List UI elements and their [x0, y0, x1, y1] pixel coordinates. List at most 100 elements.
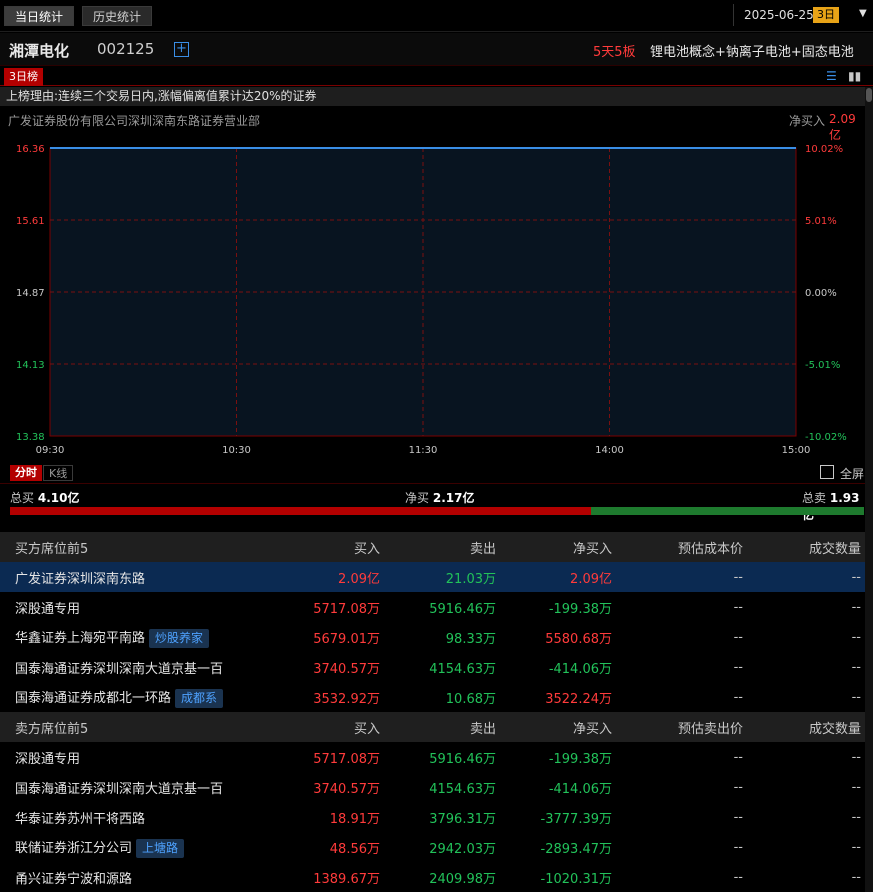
scrollbar-thumb[interactable] — [866, 88, 872, 102]
seat-name-cell[interactable]: 深股通专用 — [0, 742, 260, 772]
estimated-price: -- — [733, 749, 743, 765]
net-amount: -2893.47万 — [540, 841, 612, 857]
table-row[interactable]: 华泰证券苏州干将西路 18.91万 3796.31万 -3777.39万 -- -- — [0, 802, 865, 832]
total-buy-label: 总买 — [10, 491, 35, 505]
trade-volume: -- — [851, 749, 861, 765]
estimated-price: -- — [733, 599, 743, 615]
net-amount: -414.06万 — [548, 781, 612, 797]
buy-header-row: 买方席位前5 买入 卖出 净买入 预估成本价 成交数量 — [0, 532, 865, 562]
list-view-icon[interactable]: ☰ — [826, 69, 842, 83]
y-tick-label: 14.13 — [16, 360, 45, 371]
net-amount: -3777.39万 — [540, 811, 612, 827]
pct-tick-label: 10.02% — [805, 144, 843, 155]
sell-header-row: 卖方席位前5 买入 卖出 净买入 预估卖出价 成交数量 — [0, 712, 865, 742]
seat-name-cell[interactable]: 广发证券深圳深南东路 — [0, 562, 260, 592]
seat-name-cell[interactable]: 深股通专用 — [0, 592, 260, 622]
tab-kline[interactable]: K线 — [43, 465, 74, 481]
totals-bar: 总买 4.10亿 净买 2.17亿 总卖 1.93亿 — [0, 486, 865, 522]
net-amount: 5580.68万 — [545, 631, 612, 647]
buy-amount: 1389.67万 — [313, 871, 380, 887]
column-header[interactable]: 净买入 — [496, 532, 612, 562]
tab-history-stats[interactable]: 历史统计 — [82, 6, 153, 26]
sell-amount: 5916.46万 — [429, 601, 496, 617]
seat-name-cell[interactable]: 国泰海通证券深圳深南大道京基一百 — [0, 772, 260, 802]
seat-name-cell[interactable]: 国泰海通证券深圳深南大道京基一百 — [0, 652, 260, 682]
buy-seats-table: 买方席位前5 买入 卖出 净买入 预估成本价 成交数量 广发证券深圳深南东路 2.09亿 21.… — [0, 532, 865, 712]
sell-amount: 2942.03万 — [429, 841, 496, 857]
scrollbar[interactable] — [865, 87, 873, 892]
sell-amount: 98.33万 — [445, 631, 496, 647]
trade-volume: -- — [851, 689, 861, 705]
column-header[interactable]: 卖出 — [381, 712, 496, 742]
trade-volume: -- — [851, 659, 861, 675]
buy-amount: 5717.08万 — [313, 601, 380, 617]
seat-name-cell[interactable]: 华泰证券苏州干将西路 — [0, 802, 260, 832]
seat-name: 联储证券浙江分公司 — [15, 840, 133, 856]
estimated-price: -- — [612, 562, 743, 592]
seat-tag[interactable]: 成都系 — [175, 688, 224, 708]
table-row[interactable]: 国泰海通证券深圳深南大道京基一百 3740.57万 4154.63万 -414.06万… — [0, 772, 865, 802]
seat-tag[interactable]: 炒股养家 — [149, 628, 210, 648]
x-tick-label: 11:30 — [409, 445, 438, 456]
table-row[interactable]: 甬兴证券宁波和源路 1389.67万 2409.98万 -1020.31万 -- -- — [0, 862, 865, 892]
net-amount: -414.06万 — [548, 661, 612, 677]
table-row[interactable]: 联储证券浙江分公司 上塘路 48.56万 2942.03万 -2893.47万 -- -- — [0, 832, 865, 862]
column-header[interactable]: 成交数量 — [743, 712, 865, 742]
column-header[interactable]: 成交数量 — [743, 532, 865, 562]
sell-amount: 10.68万 — [445, 691, 496, 707]
estimated-price: -- — [733, 839, 743, 855]
trade-volume: -- — [851, 839, 861, 855]
pct-tick-label: -5.01% — [805, 360, 840, 371]
buy-amount: 5717.08万 — [313, 751, 380, 767]
rank-badge[interactable]: 3日榜 — [4, 68, 43, 86]
tab-today-stats[interactable]: 当日统计 — [4, 6, 75, 26]
trade-volume: -- — [851, 599, 861, 615]
column-header[interactable]: 净买入 — [496, 712, 612, 742]
estimated-price: -- — [733, 809, 743, 825]
column-header[interactable]: 卖方席位前5 — [0, 712, 260, 742]
seat-tag[interactable]: 上塘路 — [136, 838, 185, 858]
seat-name-cell[interactable]: 国泰海通证券成都北一环路 成都系 — [0, 682, 260, 712]
fullscreen-label[interactable]: 全屏 — [840, 465, 864, 482]
stock-name[interactable]: 湘潭电化 — [9, 40, 69, 61]
table-row[interactable]: 华鑫证券上海宛平南路 炒股养家 5679.01万 98.33万 5580.68万 -- -- — [0, 622, 865, 652]
table-row[interactable]: 国泰海通证券深圳深南大道京基一百 3740.57万 4154.63万 -414.06万… — [0, 652, 865, 682]
column-header[interactable]: 买入 — [260, 532, 381, 562]
seat-name: 国泰海通证券深圳深南大道京基一百 — [15, 781, 224, 797]
seat-name-cell[interactable]: 甬兴证券宁波和源路 — [0, 862, 260, 892]
date-range-badge[interactable]: 3日 — [813, 7, 839, 23]
column-header[interactable]: 买方席位前5 — [0, 532, 260, 562]
column-header[interactable]: 卖出 — [381, 532, 496, 562]
table-row[interactable]: 国泰海通证券成都北一环路 成都系 3532.92万 10.68万 3522.24万 -- -… — [0, 682, 865, 712]
add-watchlist-icon[interactable]: + — [174, 42, 189, 57]
trade-volume: -- — [851, 869, 861, 885]
column-header[interactable]: 预估卖出价 — [612, 712, 743, 742]
sell-amount: 5916.46万 — [429, 751, 496, 767]
fullscreen-icon[interactable] — [820, 465, 834, 479]
seat-name: 广发证券深圳深南东路 — [15, 571, 146, 587]
tab-intraday[interactable]: 分时 — [10, 465, 42, 481]
buy-amount: 18.91万 — [329, 811, 380, 827]
sell-amount: 4154.63万 — [429, 781, 496, 797]
column-header[interactable]: 预估成本价 — [612, 532, 743, 562]
chart-broker-line: 广发证券股份有限公司深圳深南东路证券营业部 净买入 2.09亿 — [0, 108, 865, 142]
chart-tabs: 分时 K线 — [0, 462, 865, 484]
total-buy: 总买 4.10亿 — [10, 489, 79, 506]
y-tick-label: 14.87 — [16, 288, 45, 299]
bar-view-icon[interactable]: ▮▮ — [848, 69, 864, 83]
column-header[interactable]: 买入 — [260, 712, 381, 742]
stock-header: 湘潭电化 002125 + 5天5板 锂电池概念+钠离子电池+固态电池 — [0, 33, 873, 66]
seat-name: 国泰海通证券成都北一环路 — [15, 690, 172, 706]
table-row[interactable]: 深股通专用 5717.08万 5916.46万 -199.38万 -- -- — [0, 742, 865, 772]
sell-amount: 4154.63万 — [429, 661, 496, 677]
seat-name-cell[interactable]: 联储证券浙江分公司 上塘路 — [0, 832, 260, 862]
buy-amount: 5679.01万 — [313, 631, 380, 647]
table-row[interactable]: 广发证券深圳深南东路 2.09亿 21.03万 2.09亿 -- -- — [0, 562, 865, 592]
x-tick-label: 09:30 — [36, 445, 65, 456]
seat-name-cell[interactable]: 华鑫证券上海宛平南路 炒股养家 — [0, 622, 260, 652]
sell-amount: 21.03万 — [381, 562, 496, 592]
buy-sell-ratio-bar — [10, 507, 864, 515]
chevron-down-icon[interactable]: ▼ — [859, 8, 867, 19]
table-row[interactable]: 深股通专用 5717.08万 5916.46万 -199.38万 -- -- — [0, 592, 865, 622]
pct-tick-label: 5.01% — [805, 216, 837, 227]
